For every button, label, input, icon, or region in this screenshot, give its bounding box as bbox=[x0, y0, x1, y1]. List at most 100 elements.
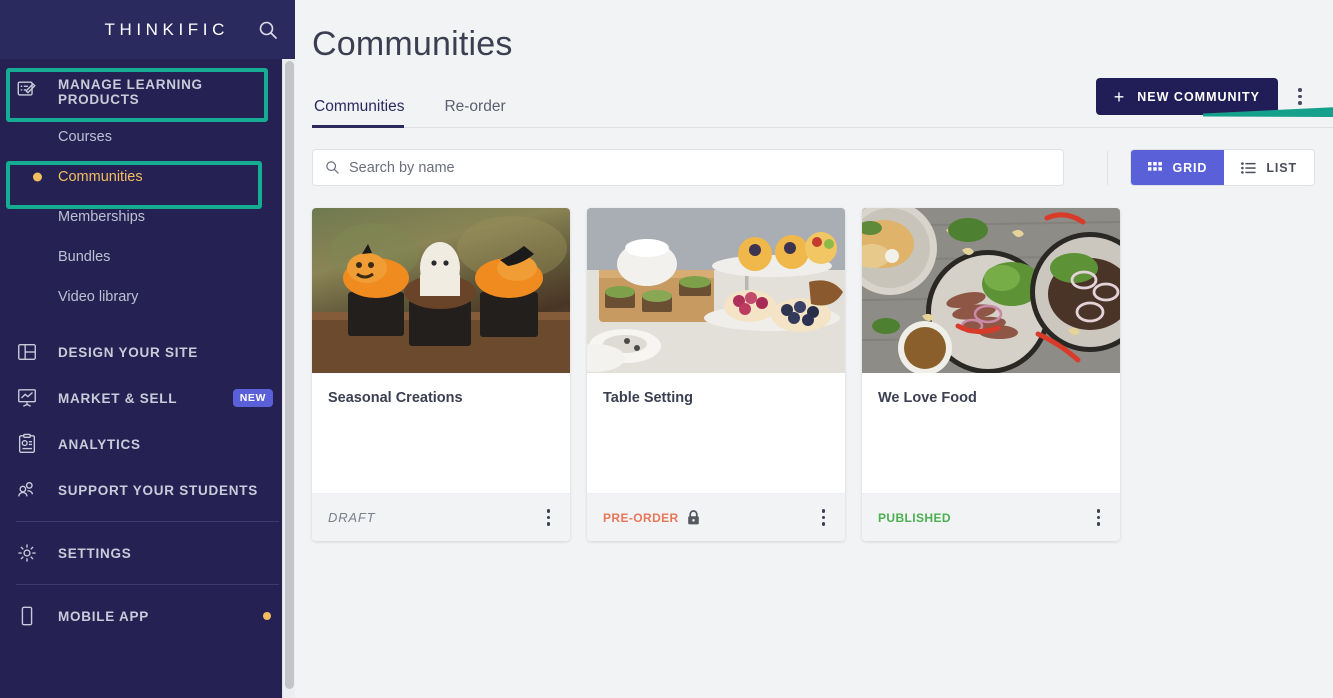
status-badge: PUBLISHED bbox=[878, 510, 951, 525]
main-content: Communities Communities Re-order + NEW C… bbox=[295, 0, 1333, 698]
search-icon bbox=[326, 161, 339, 174]
kebab-dot bbox=[1096, 509, 1100, 513]
card-title: Table Setting bbox=[603, 390, 693, 406]
card-overflow-menu-button[interactable] bbox=[541, 505, 557, 530]
kebab-dot bbox=[1298, 101, 1302, 105]
sidebar-subitem-label: Bundles bbox=[58, 249, 111, 265]
sidebar: THINKIFIC MANAGE LEARNING PRODUCTS Cours… bbox=[0, 0, 295, 698]
sidebar-item-label: SETTINGS bbox=[58, 545, 132, 561]
sidebar-item-memberships[interactable]: Memberships bbox=[0, 197, 295, 237]
status-badge-new: NEW bbox=[232, 389, 273, 407]
kebab-dot bbox=[821, 522, 825, 526]
card-body: We Love Food bbox=[862, 373, 1120, 493]
sidebar-subitem-label: Courses bbox=[58, 129, 112, 145]
card-thumbnail-halloween-cupcakes bbox=[312, 208, 570, 373]
card-overflow-menu-button[interactable] bbox=[816, 505, 832, 530]
plus-icon: + bbox=[1113, 86, 1126, 107]
sidebar-item-communities[interactable]: Communities bbox=[0, 157, 295, 197]
sidebar-subitem-label: Memberships bbox=[58, 209, 146, 225]
sidebar-subitem-label: Communities bbox=[58, 169, 143, 185]
thinkific-admin-window: THINKIFIC MANAGE LEARNING PRODUCTS Cours… bbox=[0, 0, 1333, 698]
mobile-phone-icon bbox=[16, 605, 46, 627]
community-card[interactable]: Table Setting PRE-ORDER bbox=[587, 208, 845, 541]
sidebar-scrollbar-thumb[interactable] bbox=[285, 61, 294, 689]
kebab-dot bbox=[821, 509, 825, 513]
page-title: Communities bbox=[312, 25, 513, 63]
view-toggle-label: GRID bbox=[1172, 160, 1208, 175]
sidebar-subitem-label: Video library bbox=[58, 289, 139, 305]
notification-dot bbox=[263, 612, 271, 620]
kebab-dot bbox=[821, 515, 825, 520]
sidebar-item-label: MARKET & SELL bbox=[58, 390, 178, 406]
card-body: Seasonal Creations bbox=[312, 373, 570, 493]
new-community-button[interactable]: + NEW COMMUNITY bbox=[1095, 78, 1278, 115]
view-toggle-label: LIST bbox=[1266, 160, 1297, 175]
status-badge: DRAFT bbox=[328, 510, 376, 525]
status-badge-label: PRE-ORDER bbox=[603, 510, 679, 525]
people-icon bbox=[16, 479, 46, 501]
tab-bar: Communities Re-order + NEW COMMUNITY bbox=[312, 78, 1333, 128]
kebab-dot bbox=[546, 509, 550, 513]
chart-presentation-icon bbox=[16, 387, 46, 409]
card-thumbnail-afternoon-tea-table bbox=[587, 208, 845, 373]
gear-icon bbox=[16, 542, 46, 564]
card-title: Seasonal Creations bbox=[328, 390, 463, 406]
sidebar-item-courses[interactable]: Courses bbox=[0, 117, 295, 157]
sidebar-scrollbar[interactable] bbox=[282, 59, 295, 698]
tab-label: Re-order bbox=[444, 98, 506, 115]
sidebar-item-market-and-sell[interactable]: MARKET & SELL NEW bbox=[0, 375, 295, 421]
card-footer: DRAFT bbox=[312, 493, 570, 541]
divider bbox=[1107, 150, 1109, 185]
layout-icon bbox=[16, 341, 46, 363]
clipboard-chart-icon bbox=[16, 433, 46, 455]
sidebar-brand-bar: THINKIFIC bbox=[0, 0, 295, 59]
search-icon[interactable] bbox=[257, 19, 279, 41]
lock-icon bbox=[687, 510, 699, 525]
sidebar-item-label: SUPPORT YOUR STUDENTS bbox=[58, 482, 259, 498]
sidebar-item-video-library[interactable]: Video library bbox=[0, 277, 295, 317]
sidebar-item-label: MOBILE APP bbox=[58, 608, 150, 624]
grid-icon bbox=[1148, 161, 1163, 171]
tab-label: Communities bbox=[314, 98, 405, 115]
view-toggle-grid[interactable]: GRID bbox=[1131, 150, 1225, 185]
status-badge: PRE-ORDER bbox=[603, 510, 700, 525]
thinkific-logo: THINKIFIC bbox=[104, 19, 229, 39]
search-field-wrapper[interactable] bbox=[312, 149, 1064, 186]
community-card[interactable]: We Love Food PUBLISHED bbox=[862, 208, 1120, 541]
kebab-dot bbox=[546, 515, 550, 520]
tab-communities[interactable]: Communities bbox=[312, 98, 420, 128]
divider bbox=[16, 521, 279, 522]
community-card-grid: Seasonal Creations DRAFT Table Setting P… bbox=[312, 208, 1333, 541]
sidebar-item-label: MANAGE LEARNING PRODUCTS bbox=[58, 77, 203, 107]
card-title: We Love Food bbox=[878, 390, 977, 406]
sidebar-item-manage-learning-products[interactable]: MANAGE LEARNING PRODUCTS bbox=[0, 67, 295, 117]
card-thumbnail-plated-meals-overhead bbox=[862, 208, 1120, 373]
community-card[interactable]: Seasonal Creations DRAFT bbox=[312, 208, 570, 541]
view-toggle-list[interactable]: LIST bbox=[1224, 150, 1314, 185]
toolbar: GRID LIST bbox=[312, 149, 1333, 186]
view-toggle: GRID LIST bbox=[1130, 149, 1315, 186]
kebab-dot bbox=[1298, 88, 1302, 92]
divider bbox=[16, 584, 279, 585]
sidebar-item-analytics[interactable]: ANALYTICS bbox=[0, 421, 295, 467]
kebab-dot bbox=[1096, 515, 1100, 520]
card-overflow-menu-button[interactable] bbox=[1091, 505, 1107, 530]
sidebar-item-label: DESIGN YOUR SITE bbox=[58, 344, 199, 360]
search-input[interactable] bbox=[349, 159, 1051, 176]
kebab-dot bbox=[1096, 522, 1100, 526]
sidebar-item-design-your-site[interactable]: DESIGN YOUR SITE bbox=[0, 329, 295, 375]
tab-re-order[interactable]: Re-order bbox=[442, 98, 521, 127]
list-icon bbox=[1241, 161, 1256, 174]
card-footer: PRE-ORDER bbox=[587, 493, 845, 541]
sidebar-item-bundles[interactable]: Bundles bbox=[0, 237, 295, 277]
kebab-dot bbox=[1298, 94, 1302, 99]
sidebar-item-mobile-app[interactable]: MOBILE APP bbox=[0, 593, 295, 639]
kebab-dot bbox=[546, 522, 550, 526]
sidebar-item-settings[interactable]: SETTINGS bbox=[0, 530, 295, 576]
new-community-button-label: NEW COMMUNITY bbox=[1137, 89, 1260, 104]
active-indicator-dot bbox=[33, 172, 42, 182]
sidebar-item-support-your-students[interactable]: SUPPORT YOUR STUDENTS bbox=[0, 467, 295, 513]
manage-learning-products-icon bbox=[16, 77, 46, 100]
overflow-menu-button[interactable] bbox=[1287, 78, 1313, 115]
card-footer: PUBLISHED bbox=[862, 493, 1120, 541]
